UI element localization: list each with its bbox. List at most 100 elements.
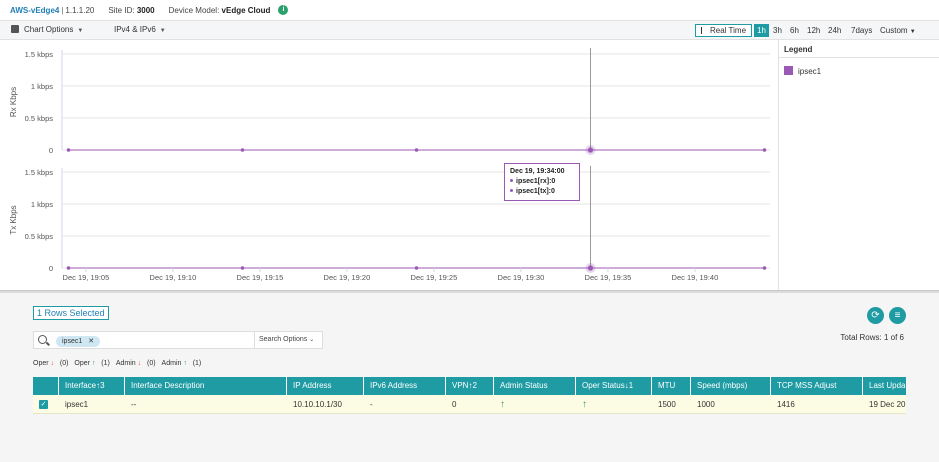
header-separator: | xyxy=(61,5,64,15)
device-name[interactable]: AWS-vEdge4 xyxy=(10,6,59,15)
refresh-icon[interactable]: ⟳ xyxy=(867,307,884,324)
device-model-value: vEdge Cloud xyxy=(221,5,271,15)
cell-speed: 1000 xyxy=(697,400,715,409)
info-icon[interactable]: i xyxy=(278,5,289,15)
column-header-tcp-mss[interactable]: TCP MSS Adjust xyxy=(771,377,863,395)
arrow-down-icon: ↓ xyxy=(50,360,55,367)
column-header-admin-status[interactable]: Admin Status xyxy=(494,377,576,395)
y-axis-label: Rx Kbps xyxy=(9,87,18,117)
cell-oper-status: ↑ xyxy=(576,395,652,414)
tooltip-rx-row: ipsec1[rx]:0 xyxy=(510,177,574,187)
ip-filter-dropdown[interactable]: IPv4 & IPv6 ▼ xyxy=(114,25,166,34)
data-point xyxy=(762,266,767,270)
x-tick-label: Dec 19, 19:25 xyxy=(411,273,458,282)
search-options-label: Search Options xyxy=(259,336,308,343)
close-icon[interactable]: ✕ xyxy=(88,338,94,345)
y-tick-label: 0.5 kbps xyxy=(25,114,54,123)
status-filters: Oper ↓ (0) Oper ↑ (1) Admin ↓ (0) Admin … xyxy=(33,360,201,367)
filter-oper-up-label: Oper xyxy=(74,360,90,367)
chart-options-dropdown[interactable]: Chart Options ▼ xyxy=(11,25,83,34)
device-model-label: Device Model: xyxy=(168,5,220,15)
row-checkbox[interactable]: ✓ xyxy=(39,400,48,409)
range-7days[interactable]: 7days xyxy=(851,24,872,37)
arrow-up-icon: ↑ xyxy=(183,360,187,367)
range-6h[interactable]: 6h xyxy=(790,24,799,37)
flag-icon xyxy=(701,27,706,34)
tooltip-title: Dec 19, 19:34:00 xyxy=(510,168,565,175)
chart-tooltip: Dec 19, 19:34:00 ipsec1[rx]:0 ipsec1[tx]… xyxy=(504,163,580,201)
legend-panel: Legend ipsec1 xyxy=(778,40,939,290)
filter-admin-down-count: (0) xyxy=(146,360,156,367)
column-header-last-updated[interactable]: Last Upda xyxy=(863,377,906,395)
tooltip-tx-row: ipsec1[tx]:0 xyxy=(510,187,574,197)
rows-selected-badge[interactable]: 1 Rows Selected xyxy=(33,306,109,320)
filter-admin-down-label: Admin xyxy=(115,360,136,367)
column-header-vpn[interactable]: VPN↑2 xyxy=(446,377,494,395)
real-time-button[interactable]: Real Time xyxy=(695,24,752,37)
chevron-down-icon: ⌄ xyxy=(309,337,315,343)
cell-description: -- xyxy=(131,400,137,409)
real-time-label: Real Time xyxy=(710,26,747,35)
range-1h[interactable]: 1h xyxy=(754,24,769,37)
cell-interface: ipsec1 xyxy=(65,400,89,409)
data-point xyxy=(762,148,767,152)
cell-vpn: 0 xyxy=(452,400,457,409)
traffic-charts[interactable]: 1.5 kbps 1 kbps 0.5 kbps 0 Rx Kbps 1.5 kbps 1 … xyxy=(0,40,778,290)
range-custom[interactable]: Custom ▼ xyxy=(880,24,916,37)
data-point xyxy=(587,265,594,271)
filter-admin-up[interactable]: Admin ↑ (1) xyxy=(162,360,202,367)
column-header-speed[interactable]: Speed (mbps) xyxy=(691,377,771,395)
filter-oper-up[interactable]: Oper ↑ (1) xyxy=(74,360,109,367)
range-24h[interactable]: 24h xyxy=(828,24,841,37)
interface-table-panel: 1 Rows Selected ⟳ ≡ Total Rows: 1 of 6 i… xyxy=(0,293,939,462)
range-12h[interactable]: 12h xyxy=(807,24,820,37)
chart-options-bar: Chart Options ▼ IPv4 & IPv6 ▼ Real Time 1h… xyxy=(0,21,939,40)
table-header: Interface↑3 Interface Description IP Add… xyxy=(33,377,906,395)
x-tick-label: Dec 19, 19:05 xyxy=(63,273,110,282)
search-icon xyxy=(38,335,47,344)
cell-admin-status: ↑ xyxy=(494,395,576,414)
legend-item-ipsec1[interactable]: ipsec1 xyxy=(784,66,821,76)
y-tick-label: 0 xyxy=(49,264,53,273)
filter-admin-down[interactable]: Admin ↓ (0) xyxy=(116,360,156,367)
chevron-down-icon: ▼ xyxy=(159,28,166,34)
table-row[interactable]: ✓ ipsec1 -- 10.10.10.1/30 - 0 ↑ ↑ 1500 1… xyxy=(33,395,906,414)
range-custom-label: Custom xyxy=(880,26,908,35)
column-header-ipv6[interactable]: IPv6 Address xyxy=(364,377,446,395)
column-header-interface[interactable]: Interface↑3 xyxy=(59,377,125,395)
cell-last-updated: 19 Dec 20 xyxy=(869,400,906,409)
chart-icon xyxy=(11,25,19,33)
legend-title: Legend xyxy=(784,45,813,54)
column-header-ip[interactable]: IP Address xyxy=(287,377,364,395)
data-point xyxy=(66,266,71,270)
column-header-mtu[interactable]: MTU xyxy=(652,377,691,395)
x-tick-label: Dec 19, 19:30 xyxy=(498,273,545,282)
filter-oper-down-label: Oper xyxy=(33,360,49,367)
arrow-down-icon: ↓ xyxy=(137,360,142,367)
data-point xyxy=(240,266,245,270)
x-tick-label: Dec 19, 19:15 xyxy=(237,273,284,282)
chart-area: 1.5 kbps 1 kbps 0.5 kbps 0 Rx Kbps 1.5 kbps 1 … xyxy=(0,40,778,290)
search-chip[interactable]: ipsec1 ✕ xyxy=(56,336,101,347)
legend-item-label: ipsec1 xyxy=(798,67,822,76)
data-point xyxy=(414,266,419,270)
site-id-label: Site ID: xyxy=(108,5,135,15)
device-ip: 1.1.1.20 xyxy=(65,5,95,15)
chevron-down-icon: ▼ xyxy=(77,28,84,34)
bullet-icon xyxy=(510,189,513,192)
data-point xyxy=(414,148,419,152)
menu-icon[interactable]: ≡ xyxy=(889,307,906,324)
column-header-oper-status[interactable]: Oper Status↓1 xyxy=(576,377,652,395)
data-point xyxy=(66,148,71,152)
column-header-description[interactable]: Interface Description xyxy=(125,377,287,395)
y-tick-label: 0 xyxy=(49,146,53,155)
filter-oper-down[interactable]: Oper ↓ (0) xyxy=(33,360,68,367)
search-options-dropdown[interactable]: Search Options ⌄ xyxy=(254,332,322,348)
search-input[interactable]: ipsec1 ✕ Search Options ⌄ xyxy=(33,331,323,349)
interface-table: Interface↑3 Interface Description IP Add… xyxy=(33,377,906,414)
y-tick-label: 1.5 kbps xyxy=(25,50,54,59)
filter-admin-up-label: Admin xyxy=(161,360,182,367)
arrow-up-icon: ↑ xyxy=(500,399,505,410)
data-point xyxy=(240,148,245,152)
range-3h[interactable]: 3h xyxy=(773,24,782,37)
